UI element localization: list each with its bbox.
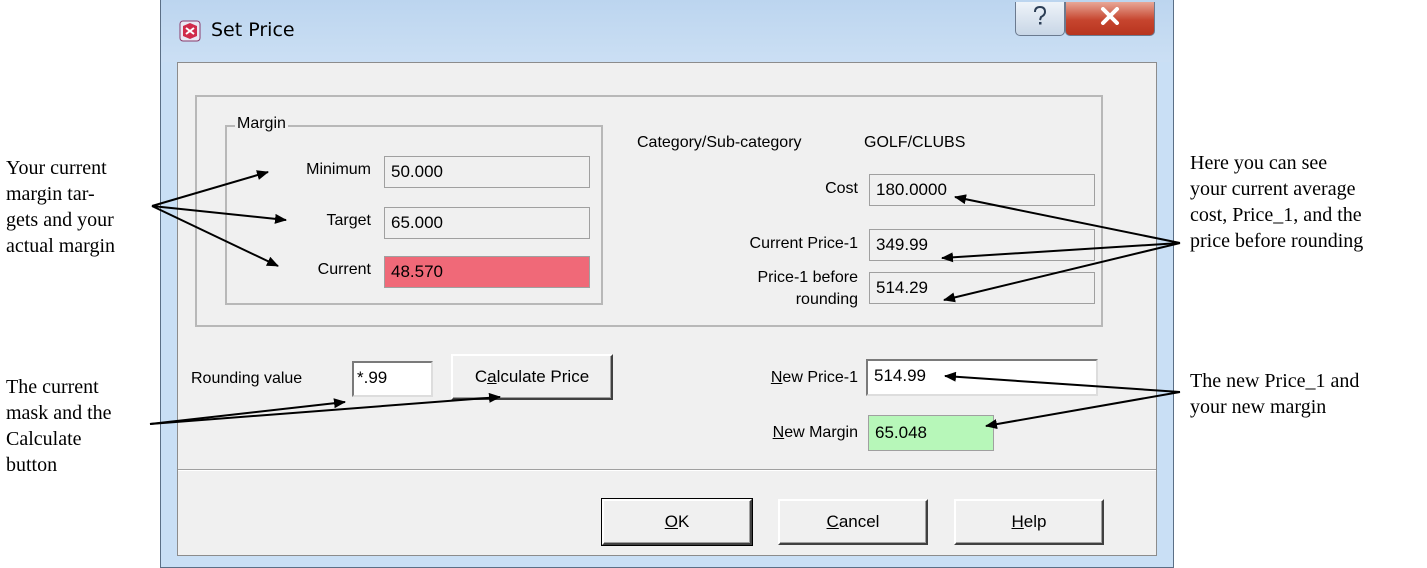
title-bar: Set Price [161,0,1173,62]
annotation-rounding-calculate: The current mask and the Calculate butto… [6,374,112,478]
price-before-rounding-field: 514.29 [869,272,1095,304]
current-margin-label: Current [317,261,371,278]
cost-label: Cost [825,180,858,197]
margin-group-label: Margin [235,115,288,133]
rounding-label: Rounding value [191,370,303,387]
target-field: 65.000 [384,207,590,239]
minimum-field: 50.000 [384,156,590,188]
annotation-line: Calculate [6,428,82,450]
current-price-field: 349.99 [869,229,1095,261]
category-value: GOLF/CLUBS [864,134,966,151]
new-price-label-rest: ew Price-1 [782,369,858,386]
new-margin-label: New Margin [773,424,858,442]
close-icon [1100,7,1120,30]
annotation-line: The new Price_1 and [1190,370,1360,392]
calculate-label-mnemonic: a [487,367,497,386]
help-label-rest: elp [1023,512,1047,531]
cancel-button[interactable]: Cancel [778,499,928,545]
help-icon [1033,5,1047,31]
cancel-label-rest: ancel [838,512,880,531]
footer-separator [178,469,1156,471]
annotation-line: margin tar- [6,183,95,205]
window-title: Set Price [211,19,295,41]
annotation-line: Your current [6,157,107,179]
cancel-mnemonic: C [826,512,839,531]
annotation-line: Here you can see [1190,152,1328,174]
new-price-label: New Price-1 [771,369,858,387]
target-label: Target [326,212,371,229]
price-before-rounding-label-line2: rounding [795,291,858,308]
annotation-line: gets and your [6,209,114,231]
help-mnemonic: H [1011,512,1024,531]
dialog-body: Margin Minimum 50.000 Target 65.000 Curr… [177,62,1157,556]
set-price-dialog: Set Price Margin Minimum 50.000 Target 6… [160,0,1174,568]
annotation-cost-prices: Here you can see your current average co… [1190,150,1363,254]
annotation-line: actual margin [6,235,116,257]
annotation-line: button [6,454,58,476]
help-button[interactable]: Help [954,499,1104,545]
new-margin-mnemonic: N [772,424,785,441]
ok-mnemonic: O [664,512,678,531]
new-margin-label-rest: ew Margin [784,424,858,441]
annotation-line: mask and the [6,402,112,424]
calculate-label-prefix: C [474,367,488,386]
rounding-input[interactable]: *.99 [352,361,433,397]
new-price-mnemonic: N [770,369,783,386]
close-button[interactable] [1065,2,1155,36]
app-icon [179,20,201,42]
ok-button[interactable]: OK [601,498,753,546]
calculate-price-button[interactable]: Ca lculate Price [451,354,613,400]
annotation-line: cost, Price_1, and the [1190,204,1362,226]
current-price-label: Current Price-1 [749,235,858,252]
annotation-line: The current [6,376,99,398]
ok-label-rest: K [677,512,690,531]
current-margin-field: 48.570 [384,256,590,288]
annotation-margin-targets: Your current margin tar- gets and your a… [6,155,115,259]
annotation-line: your new margin [1190,396,1327,418]
price-before-rounding-label-line1: Price-1 before [757,269,859,286]
new-margin-field: 65.048 [868,415,994,451]
category-label: Category/Sub-category [637,134,802,151]
help-title-button[interactable] [1015,2,1065,36]
annotation-line: your current average [1190,178,1356,200]
minimum-label: Minimum [306,161,371,178]
calculate-label-rest: lculate Price [496,367,590,386]
annotation-new-price-margin: The new Price_1 and your new margin [1190,368,1359,420]
annotation-line: price before rounding [1190,230,1364,252]
new-price-input[interactable]: 514.99 [866,359,1098,396]
cost-field: 180.0000 [869,174,1095,206]
